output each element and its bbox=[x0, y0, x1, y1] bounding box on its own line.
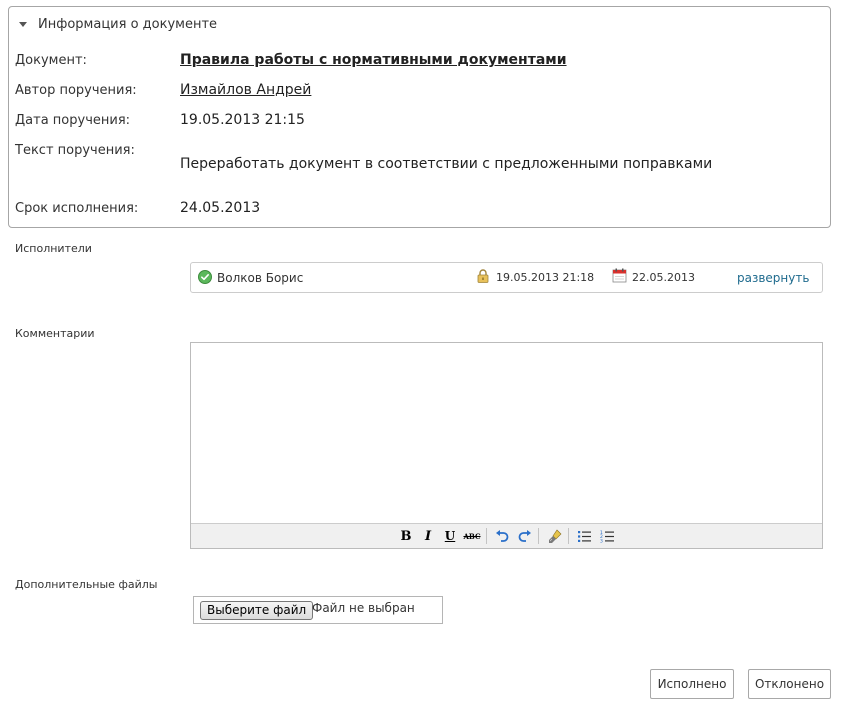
editor-toolbar: B I U ABC 1 2 3 bbox=[191, 523, 822, 548]
toolbar-separator bbox=[486, 528, 487, 544]
strikethrough-icon[interactable]: ABC bbox=[463, 528, 481, 544]
underline-icon[interactable]: U bbox=[441, 528, 459, 544]
date-value: 19.05.2013 21:15 bbox=[180, 112, 305, 128]
executor-name: Волков Борис bbox=[217, 271, 304, 285]
files-label: Дополнительные файлы bbox=[15, 578, 158, 591]
reject-button[interactable]: Отклонено bbox=[748, 669, 831, 699]
task-page: Информация о документе Документ: Правила… bbox=[0, 0, 841, 704]
date-label: Дата поручения: bbox=[15, 113, 131, 128]
deadline-label: Срок исполнения: bbox=[15, 201, 139, 216]
panel-toggle[interactable]: Информация о документе bbox=[19, 15, 217, 33]
lock-icon bbox=[477, 269, 489, 283]
executor-due-date: 22.05.2013 bbox=[632, 271, 695, 284]
executor-start-date: 19.05.2013 21:18 bbox=[496, 271, 595, 284]
task-text-label: Текст поручения: bbox=[15, 143, 135, 158]
document-info-panel: Информация о документе Документ: Правила… bbox=[8, 6, 831, 228]
executors-label: Исполнители bbox=[15, 242, 92, 255]
comments-label: Комментарии bbox=[15, 327, 95, 340]
calendar-icon bbox=[612, 268, 627, 283]
svg-text:3: 3 bbox=[600, 538, 603, 542]
file-status: Файл не выбран bbox=[312, 601, 415, 615]
toolbar-separator bbox=[568, 528, 569, 544]
deadline-value: 24.05.2013 bbox=[180, 200, 261, 216]
comment-textarea[interactable] bbox=[191, 343, 822, 524]
bold-icon[interactable]: B bbox=[397, 528, 415, 544]
task-text-value: Переработать документ в соответствии с п… bbox=[180, 156, 713, 172]
executor-row: Волков Борис 19.05.2013 21:18 22.05.2013… bbox=[190, 262, 823, 293]
author-link[interactable]: Измайлов Андрей bbox=[180, 82, 311, 98]
toolbar-separator bbox=[538, 528, 539, 544]
italic-icon[interactable]: I bbox=[419, 528, 437, 544]
bullet-list-icon[interactable] bbox=[575, 528, 593, 544]
author-label: Автор поручения: bbox=[15, 83, 137, 98]
expand-link[interactable]: развернуть bbox=[737, 271, 809, 285]
numbered-list-icon[interactable]: 1 2 3 bbox=[598, 528, 616, 544]
done-button[interactable]: Исполнено bbox=[650, 669, 734, 699]
document-link[interactable]: Правила работы с нормативными документам… bbox=[180, 52, 567, 68]
file-input: Выберите файл Файл не выбран bbox=[193, 596, 443, 624]
comment-editor: B I U ABC 1 2 3 bbox=[190, 342, 823, 549]
choose-file-button[interactable]: Выберите файл bbox=[200, 601, 314, 620]
undo-icon[interactable] bbox=[493, 528, 511, 544]
clear-format-icon[interactable] bbox=[546, 528, 564, 544]
collapse-triangle-icon bbox=[19, 21, 27, 27]
redo-icon[interactable] bbox=[516, 528, 534, 544]
panel-title: Информация о документе bbox=[38, 16, 218, 32]
check-circle-icon bbox=[198, 270, 212, 284]
document-label: Документ: bbox=[15, 53, 87, 68]
